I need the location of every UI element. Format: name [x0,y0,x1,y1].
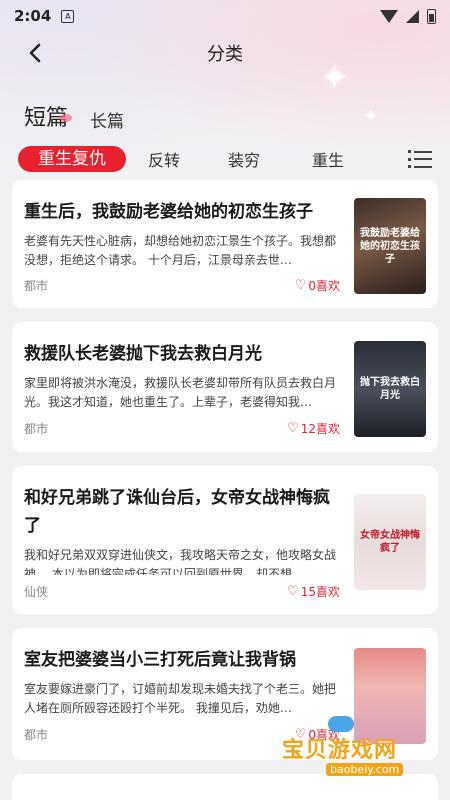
back-arrow-icon [29,43,41,63]
like-count: 0喜欢 [308,279,340,293]
genre-tab-pretend-poor[interactable]: 装穷 [202,147,286,171]
book-tag: 都市 [24,422,49,436]
book-meta: 都市 ♡ 12喜欢 [24,420,340,437]
wifi-icon [380,9,398,23]
like-button[interactable]: ♡ 15喜欢 [287,583,340,600]
genre-tabs: 重生复仇 反转 装穷 重生 [18,145,432,173]
notification-icon: A [61,9,75,23]
like-button[interactable]: ♡ 12喜欢 [287,420,340,437]
genre-tab-rebirth[interactable]: 重生 [286,147,370,171]
book-description: 老婆有先天性心脏病，却想给她初恋江景生个孩子。我想都没想，拒绝这个请求。 十个月… [24,234,337,267]
book-description: 家里即将被洪水淹没，救援队长老婆却带所有队员去救白月光。我这才知道，她也重生了。… [24,376,337,409]
book-card[interactable]: 和好兄弟跳了诛仙台后，女帝女战神悔疯了 我和好兄弟双双穿进仙侠文，我攻略天帝之女… [12,466,438,614]
active-tab-indicator [60,114,72,122]
book-list: 重生后，我鼓励老婆给她的初恋生孩子 老婆有先天性心脏病，却想给她初恋江景生个孩子… [12,180,438,774]
book-cover[interactable]: 我鼓励老婆给她的初恋生孩子 [354,198,426,294]
genre-tab-reversal[interactable]: 反转 [126,147,202,171]
back-button[interactable] [20,38,50,68]
signal-icon [406,9,419,23]
book-description: 室友要嫁进豪门了，订婚前却发现未婚夫找了个老三。她把人堵在厕所殴容还殴打个半死。… [24,682,337,715]
book-tag: 仙侠 [24,585,49,599]
book-description: 我和好兄弟双双穿进仙侠文，我攻略天帝之女，他攻略女战神。 本以为即将完成任务可以… [24,548,337,575]
like-button[interactable]: ♡ 0喜欢 [295,277,340,294]
book-tag: 都市 [24,279,49,293]
book-title: 室友把婆婆当小三打死后竟让我背锅 [24,650,296,670]
book-card[interactable]: 救援队长老婆抛下我去救白月光 家里即将被洪水淹没，救援队长老婆却带所有队员去救白… [12,322,438,452]
length-tabs: 短篇 长篇 [24,100,124,132]
book-meta: 都市 ♡ 0喜欢 [24,277,340,294]
book-info: 重生后，我鼓励老婆给她的初恋生孩子 老婆有先天性心脏病，却想给她初恋江景生个孩子… [24,198,354,294]
status-indicators [380,8,436,24]
book-meta: 仙侠 ♡ 15喜欢 [24,583,340,600]
book-info: 和好兄弟跳了诛仙台后，女帝女战神悔疯了 我和好兄弟双双穿进仙侠文，我攻略天帝之女… [24,484,354,600]
book-tag: 都市 [24,728,49,742]
book-card[interactable]: 重生后，我鼓励老婆给她的初恋生孩子 老婆有先天性心脏病，却想给她初恋江景生个孩子… [12,180,438,308]
book-title: 救援队长老婆抛下我去救白月光 [24,344,262,364]
nav-bar: 分类 [0,34,450,72]
like-count: 12喜欢 [300,422,340,436]
book-info: 救援队长老婆抛下我去救白月光 家里即将被洪水淹没，救援队长老婆却带所有队员去救白… [24,340,354,438]
book-cover[interactable]: 女帝女战神悔疯了 [354,494,426,590]
status-time: 2:04 [14,7,52,25]
watermark-text: 宝贝游戏网 [282,738,398,763]
genre-tab-rebirth-revenge[interactable]: 重生复仇 [18,146,126,172]
page-title: 分类 [207,44,243,65]
watermark-url: baobeiy.com [326,763,404,776]
tab-short[interactable]: 短篇 [24,100,72,132]
heart-outline-icon: ♡ [287,421,299,436]
like-count: 15喜欢 [300,585,340,599]
gamepad-icon [328,716,354,732]
book-cover[interactable]: 抛下我去救白月光 [354,341,426,437]
status-bar: 2:04 A [0,0,450,32]
tab-long[interactable]: 长篇 [90,107,124,132]
sparkle-icon: ✦ [364,106,378,125]
heart-outline-icon: ♡ [287,584,299,599]
list-menu-icon[interactable] [408,150,432,168]
battery-icon [427,8,436,24]
watermark-logo: 宝贝游戏网 baobeiy.com [276,716,446,780]
heart-outline-icon: ♡ [294,278,307,293]
book-title: 重生后，我鼓励老婆给她的初恋生孩子 [24,202,313,222]
book-title: 和好兄弟跳了诛仙台后，女帝女战神悔疯了 [24,488,330,536]
